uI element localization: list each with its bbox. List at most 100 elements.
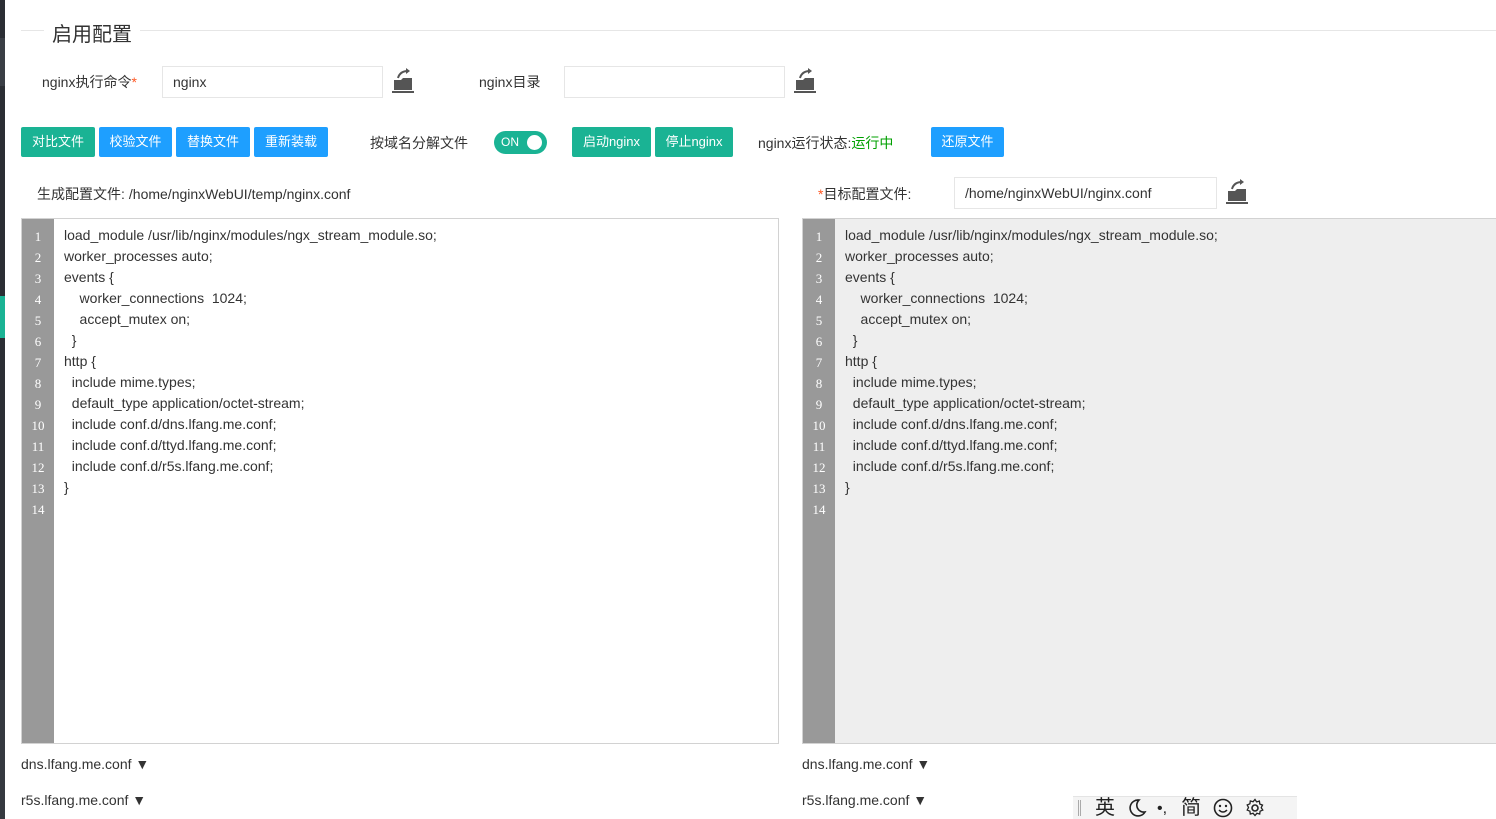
line-number: 5 xyxy=(815,313,823,328)
line-number: 1 xyxy=(34,229,42,244)
code-line[interactable]: include conf.d/r5s.lfang.me.conf; xyxy=(845,458,1055,474)
sidebar-edge xyxy=(0,0,5,819)
folder-select-icon[interactable] xyxy=(1224,179,1250,205)
file-toggle-r5s[interactable]: r5s.lfang.me.conf ▼ xyxy=(21,792,146,808)
line-number: 10 xyxy=(31,418,45,433)
drag-handle[interactable] xyxy=(1078,800,1081,816)
line-number: 1 xyxy=(815,229,823,244)
sidebar-edge-segment xyxy=(0,38,5,86)
code-line[interactable]: } xyxy=(845,332,858,348)
section-divider xyxy=(21,30,1496,31)
nginx-cmd-input[interactable]: nginx xyxy=(162,66,383,98)
code-line[interactable]: http { xyxy=(845,353,877,369)
code-line[interactable]: } xyxy=(64,332,77,348)
code-line[interactable]: } xyxy=(64,479,69,495)
generated-config-path: /home/nginxWebUI/temp/nginx.conf xyxy=(128,186,351,202)
file-toggle-r5s[interactable]: r5s.lfang.me.conf ▼ xyxy=(802,792,927,808)
stop-nginx-button[interactable]: 停止nginx xyxy=(655,127,733,157)
code-line[interactable]: include conf.d/dns.lfang.me.conf; xyxy=(64,416,277,432)
code-line[interactable]: http { xyxy=(64,353,96,369)
code-line[interactable]: worker_processes auto; xyxy=(64,248,213,264)
line-number: 3 xyxy=(815,271,823,286)
code-line[interactable]: events { xyxy=(64,269,114,285)
line-number: 11 xyxy=(31,439,45,454)
code-line[interactable]: load_module /usr/lib/nginx/modules/ngx_s… xyxy=(845,227,1218,243)
start-nginx-button[interactable]: 启动nginx xyxy=(572,127,651,157)
gear-icon[interactable] xyxy=(1245,798,1265,818)
code-line[interactable]: default_type application/octet-stream; xyxy=(845,395,1086,411)
file-toggle-dns[interactable]: dns.lfang.me.conf ▼ xyxy=(802,756,930,772)
line-number: 9 xyxy=(34,397,42,412)
moon-icon[interactable] xyxy=(1127,798,1147,818)
ime-punctuation[interactable]: •, xyxy=(1157,797,1167,819)
file-toggle-dns[interactable]: dns.lfang.me.conf ▼ xyxy=(21,756,149,772)
nginx-dir-input[interactable] xyxy=(564,66,785,98)
line-number: 11 xyxy=(812,439,826,454)
nginx-status: nginx运行状态:运行中 xyxy=(758,133,893,153)
reload-button[interactable]: 重新装载 xyxy=(254,127,328,157)
sidebar-active-indicator xyxy=(0,296,5,338)
editor-content[interactable]: load_module /usr/lib/nginx/modules/ngx_s… xyxy=(835,219,1496,743)
section-title: 启用配置 xyxy=(44,18,140,47)
nginx-status-label: nginx运行状态: xyxy=(758,135,852,151)
line-number: 14 xyxy=(812,502,826,517)
code-line[interactable]: worker_connections 1024; xyxy=(64,290,247,306)
code-line[interactable]: worker_processes auto; xyxy=(845,248,994,264)
ime-toolbar: 英 •, 简 xyxy=(1073,796,1297,819)
code-line[interactable]: accept_mutex on; xyxy=(64,311,191,327)
line-number: 8 xyxy=(815,376,823,391)
code-line[interactable]: include conf.d/ttyd.lfang.me.conf; xyxy=(64,437,277,453)
line-number: 6 xyxy=(815,334,823,349)
code-line[interactable]: load_module /usr/lib/nginx/modules/ngx_s… xyxy=(64,227,437,243)
code-line[interactable]: default_type application/octet-stream; xyxy=(64,395,305,411)
code-line[interactable]: include conf.d/r5s.lfang.me.conf; xyxy=(64,458,274,474)
split-by-domain-toggle[interactable]: ON xyxy=(494,131,547,154)
line-number: 13 xyxy=(812,481,826,496)
code-line[interactable]: accept_mutex on; xyxy=(845,311,972,327)
folder-select-icon[interactable] xyxy=(792,68,818,94)
line-number: 8 xyxy=(34,376,42,391)
line-number: 13 xyxy=(31,481,45,496)
code-line[interactable]: } xyxy=(845,479,850,495)
code-line[interactable]: include mime.types; xyxy=(845,374,977,390)
code-line[interactable]: events { xyxy=(845,269,895,285)
editor-content[interactable]: load_module /usr/lib/nginx/modules/ngx_s… xyxy=(54,219,778,743)
line-number: 10 xyxy=(812,418,826,433)
line-number: 7 xyxy=(34,355,42,370)
compare-file-button[interactable]: 对比文件 xyxy=(21,127,95,157)
line-number: 7 xyxy=(815,355,823,370)
code-line[interactable]: include conf.d/dns.lfang.me.conf; xyxy=(845,416,1058,432)
line-number: 5 xyxy=(34,313,42,328)
generated-config-label: 生成配置文件: xyxy=(37,186,125,202)
line-number: 2 xyxy=(34,250,42,265)
line-number: 3 xyxy=(34,271,42,286)
line-number: 14 xyxy=(31,502,45,517)
generated-config-editor[interactable]: 1 2 3 4 5 6 7 8 9 10 11 12 13 14 load_module /usr/lib… xyxy=(21,218,779,744)
line-number-gutter: 1 2 3 4 5 6 7 8 9 10 11 12 13 14 xyxy=(22,219,54,743)
folder-select-icon[interactable] xyxy=(390,68,416,94)
code-line[interactable]: include mime.types; xyxy=(64,374,196,390)
nginx-dir-label: nginx目录 xyxy=(479,74,541,90)
toggle-knob xyxy=(527,135,542,150)
ime-language[interactable]: 英 xyxy=(1095,797,1115,819)
line-number: 6 xyxy=(34,334,42,349)
line-number: 9 xyxy=(815,397,823,412)
line-number: 12 xyxy=(812,460,826,475)
split-by-domain-label: 按域名分解文件 xyxy=(370,135,468,151)
ime-script[interactable]: 简 xyxy=(1181,797,1201,819)
restore-file-button[interactable]: 还原文件 xyxy=(931,127,1004,157)
toggle-text: ON xyxy=(501,135,519,149)
code-line[interactable]: worker_connections 1024; xyxy=(845,290,1028,306)
replace-file-button[interactable]: 替换文件 xyxy=(176,127,250,157)
sidebar-edge-segment xyxy=(0,680,5,819)
target-config-label: *目标配置文件: xyxy=(818,186,912,202)
line-number: 4 xyxy=(34,292,42,307)
nginx-status-value: 运行中 xyxy=(851,135,894,151)
target-config-editor[interactable]: 1 2 3 4 5 6 7 8 9 10 11 12 13 14 load_module /usr/lib… xyxy=(802,218,1496,744)
line-number: 2 xyxy=(815,250,823,265)
target-config-input[interactable]: /home/nginxWebUI/nginx.conf xyxy=(954,177,1217,209)
verify-file-button[interactable]: 校验文件 xyxy=(99,127,172,157)
generated-config: 生成配置文件:/home/nginxWebUI/temp/nginx.conf xyxy=(37,184,350,204)
code-line[interactable]: include conf.d/ttyd.lfang.me.conf; xyxy=(845,437,1058,453)
emoji-icon[interactable] xyxy=(1213,798,1233,818)
